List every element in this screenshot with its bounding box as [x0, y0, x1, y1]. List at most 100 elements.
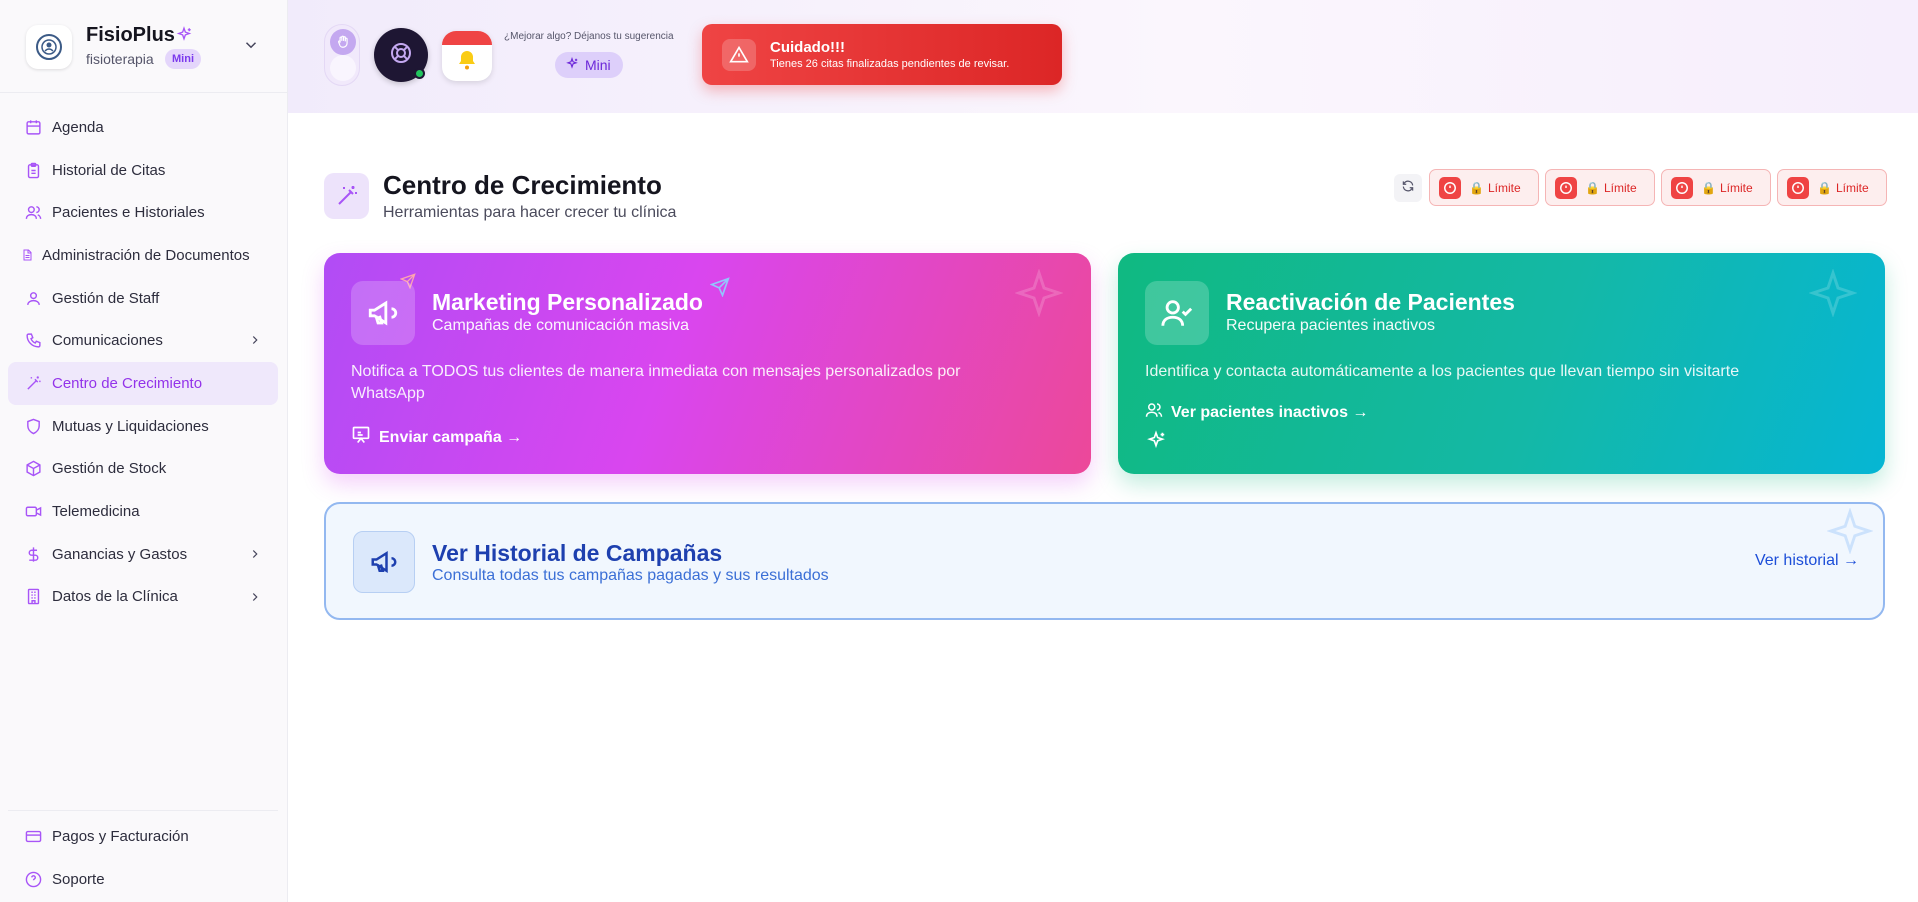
limit-label: Límite — [1603, 180, 1637, 195]
magic-wand-icon — [324, 173, 369, 219]
page-subtitle: Herramientas para hacer crecer tu clínic… — [383, 204, 677, 221]
limit-label: Límite — [1487, 180, 1521, 195]
sidebar-item-agenda[interactable]: Agenda — [8, 106, 278, 149]
lifebuoy-icon — [389, 41, 413, 70]
magic-wand-icon — [24, 374, 42, 392]
calendar-header-strip — [442, 31, 492, 45]
sidebar-item-pacientes[interactable]: Pacientes e Historiales — [8, 191, 278, 234]
clipboard-icon — [24, 161, 42, 179]
building-icon — [24, 588, 42, 606]
marketing-title: Marketing Personalizado — [432, 289, 703, 315]
sidebar-item-label: Soporte — [52, 870, 105, 888]
send-campaign-label: Enviar campaña → — [379, 428, 523, 446]
limit-badges: 🔒 Límite 🔒 Límite 🔒 Límite 🔒 Límite — [1429, 169, 1887, 206]
shield-icon — [24, 417, 42, 435]
sidebar-item-label: Pagos y Facturación — [52, 827, 189, 845]
sidebar-item-label: Centro de Crecimiento — [52, 374, 203, 392]
alert-circle-icon — [1671, 176, 1693, 199]
bell-icon — [455, 48, 479, 77]
limit-badge[interactable]: 🔒 Límite — [1661, 169, 1771, 206]
dollar-icon — [24, 545, 42, 563]
sidebar-item-label: Gestión de Staff — [52, 289, 160, 307]
sidebar-item-label: Telemedicina — [52, 503, 140, 521]
sidebar-item-comunicaciones[interactable]: Comunicaciones — [8, 319, 278, 362]
document-icon — [20, 246, 34, 264]
sidebar-item-label: Historial de Citas — [52, 161, 166, 179]
chevron-right-icon — [248, 547, 262, 565]
warning-icon — [722, 39, 756, 71]
brand-header[interactable]: FisioPlus fisioterapia Mini — [0, 0, 287, 93]
campaign-history-card[interactable]: Ver Historial de Campañas Consulta todas… — [324, 502, 1885, 620]
sparkle-decoration-icon — [1014, 268, 1064, 322]
view-inactive-patients-link[interactable]: Ver pacientes inactivos → — [1145, 401, 1368, 424]
users-icon — [1145, 401, 1163, 424]
marketing-card[interactable]: Marketing Personalizado Campañas de comu… — [324, 253, 1091, 474]
sidebar-item-label: Mutuas y Liquidaciones — [52, 417, 209, 435]
toggle-track — [330, 55, 356, 81]
sidebar-item-label: Pacientes e Historiales — [52, 204, 205, 222]
alert-circle-icon — [1439, 176, 1461, 199]
sidebar-item-crecimiento[interactable]: Centro de Crecimiento — [8, 362, 278, 405]
sidebar-item-stock[interactable]: Gestión de Stock — [8, 448, 278, 491]
sparkle-decoration-icon — [1808, 268, 1858, 322]
limit-badge[interactable]: 🔒 Límite — [1777, 169, 1887, 206]
limit-badge[interactable]: 🔒 Límite — [1545, 169, 1655, 206]
sparkles-icon — [175, 26, 193, 49]
send-icon — [709, 277, 730, 302]
page-title: Centro de Crecimiento — [383, 170, 662, 200]
notifications-calendar-button[interactable] — [442, 31, 492, 81]
help-circle-icon — [24, 870, 42, 888]
sidebar-item-telemedicina[interactable]: Telemedicina — [8, 490, 278, 533]
lock-icon: 🔒 — [1585, 180, 1600, 195]
chevron-down-icon[interactable] — [242, 36, 260, 59]
presentation-icon — [351, 425, 371, 450]
sidebar-item-label: Agenda — [52, 118, 104, 136]
users-icon — [24, 204, 42, 222]
user-icon — [24, 289, 42, 307]
alert-circle-icon — [1555, 176, 1577, 199]
refresh-icon — [1401, 179, 1415, 198]
sidebar-item-label: Administración de Documentos — [42, 246, 250, 264]
sidebar-item-staff[interactable]: Gestión de Staff — [8, 277, 278, 320]
lock-icon: 🔒 — [1701, 180, 1716, 195]
view-inactive-label: Ver pacientes inactivos → — [1171, 403, 1369, 421]
sidebar-item-label: Gestión de Stock — [52, 460, 167, 478]
history-title: Ver Historial de Campañas — [432, 540, 723, 566]
view-history-link[interactable]: Ver historial → — [1755, 552, 1859, 570]
online-status-dot — [414, 68, 425, 79]
sidebar-item-clinica[interactable]: Datos de la Clínica — [8, 576, 278, 619]
reactivation-subtitle: Recupera pacientes inactivos — [1226, 317, 1436, 334]
top-header: ¿Mejorar algo? Déjanos tu sugerencia Min… — [288, 0, 1918, 113]
suggestion-prompt: ¿Mejorar algo? Déjanos tu sugerencia — [504, 31, 674, 42]
marketing-description: Notifica a TODOS tus clientes de manera … — [351, 363, 961, 402]
user-check-icon — [1145, 281, 1209, 345]
sidebar: FisioPlus fisioterapia Mini Agenda Histo… — [0, 0, 288, 902]
send-campaign-link[interactable]: Enviar campaña → — [351, 425, 522, 450]
lock-icon: 🔒 — [1469, 180, 1484, 195]
sparkles-icon — [565, 56, 579, 74]
clinic-logo — [26, 25, 72, 69]
reactivation-card[interactable]: Reactivación de Pacientes Recupera pacie… — [1118, 253, 1885, 474]
limit-badge[interactable]: 🔒 Límite — [1429, 169, 1539, 206]
sidebar-item-historial-citas[interactable]: Historial de Citas — [8, 149, 278, 192]
refresh-button[interactable] — [1394, 174, 1422, 202]
sidebar-nav: Agenda Historial de Citas Pacientes e Hi… — [8, 106, 278, 618]
support-button[interactable] — [374, 28, 428, 82]
chevron-right-icon — [248, 590, 262, 608]
sidebar-item-pagos[interactable]: Pagos y Facturación — [8, 815, 278, 858]
reactivation-title: Reactivación de Pacientes — [1226, 289, 1515, 315]
suggestion-button[interactable]: Mini — [555, 52, 623, 78]
alert-message: Tienes 26 citas finalizadas pendientes d… — [770, 58, 1010, 70]
sidebar-item-ganancias[interactable]: Ganancias y Gastos — [8, 533, 278, 576]
plan-badge: Mini — [165, 49, 201, 69]
sidebar-footer: Pagos y Facturación Soporte — [8, 810, 278, 900]
hand-toggle[interactable] — [324, 24, 360, 86]
calendar-icon — [24, 118, 42, 136]
brand-name: FisioPlus — [86, 24, 175, 46]
sidebar-item-label: Datos de la Clínica — [52, 588, 178, 606]
sidebar-item-documentos[interactable]: Administración de Documentos — [8, 234, 278, 277]
sidebar-item-soporte[interactable]: Soporte — [8, 858, 278, 901]
sidebar-item-mutuas[interactable]: Mutuas y Liquidaciones — [8, 405, 278, 448]
brand-subtitle: fisioterapia — [86, 51, 154, 67]
pending-alert[interactable]: Cuidado!!! Tienes 26 citas finalizadas p… — [702, 24, 1062, 85]
